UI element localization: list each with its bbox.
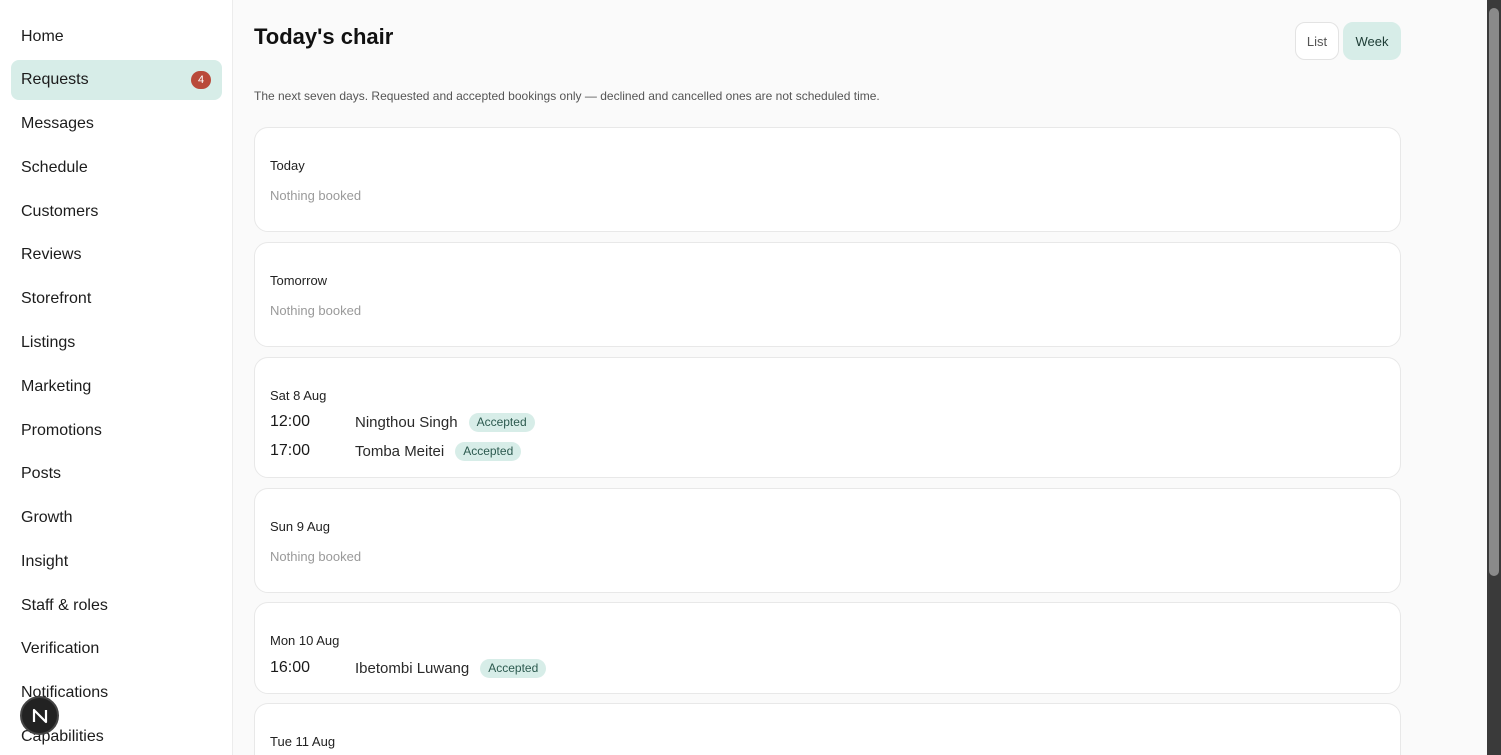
sidebar-item-label: Marketing — [21, 378, 92, 395]
sidebar-item-storefront[interactable]: Storefront — [11, 279, 222, 319]
sidebar-item-verification[interactable]: Verification — [11, 629, 222, 669]
status-badge: Accepted — [455, 441, 522, 461]
customer-name: Ibetombi Luwang — [355, 659, 470, 677]
sidebar-item-label: Reviews — [21, 246, 82, 263]
sidebar-item-label: Customers — [21, 203, 99, 220]
day-card-sun-9-aug: Sun 9 Aug Nothing booked — [254, 488, 1401, 593]
page-title: Today's chair — [254, 24, 394, 49]
sidebar: Home Requests 4 Messages Schedule Custom… — [0, 0, 233, 755]
status-badge: Accepted — [480, 658, 547, 678]
day-label: Mon 10 Aug — [270, 633, 340, 648]
booking-row[interactable]: 12:00 Ningthou Singh Accepted — [270, 411, 535, 433]
sidebar-item-label: Verification — [21, 640, 100, 657]
scrollbar-thumb[interactable] — [1489, 8, 1499, 576]
sidebar-item-requests[interactable]: Requests 4 — [11, 60, 222, 100]
sidebar-item-messages[interactable]: Messages — [11, 104, 222, 144]
view-toggle: List Week — [1295, 22, 1401, 60]
sidebar-item-marketing[interactable]: Marketing — [11, 367, 222, 407]
sidebar-item-insight[interactable]: Insight — [11, 542, 222, 582]
sidebar-item-label: Schedule — [21, 159, 88, 176]
booking-time: 16:00 — [270, 659, 311, 676]
main-content: Today's chair List Week The next seven d… — [233, 0, 1487, 755]
day-card-sat-8-aug: Sat 8 Aug 12:00 Ningthou Singh Accepted … — [254, 357, 1401, 478]
day-label: Tomorrow — [270, 273, 328, 288]
booking-time: 17:00 — [270, 442, 311, 459]
day-label: Sun 9 Aug — [270, 519, 330, 534]
empty-state-text: Nothing booked — [270, 549, 362, 564]
day-label: Tue 11 Aug — [270, 734, 336, 749]
sidebar-item-label: Promotions — [21, 422, 102, 439]
sidebar-item-customers[interactable]: Customers — [11, 192, 222, 232]
day-card-tue-11-aug: Tue 11 Aug — [254, 703, 1401, 755]
sidebar-item-schedule[interactable]: Schedule — [11, 148, 222, 188]
app-launcher-button[interactable] — [20, 696, 59, 735]
sidebar-item-listings[interactable]: Listings — [11, 323, 222, 363]
day-card-tomorrow: Tomorrow Nothing booked — [254, 242, 1401, 347]
booking-time: 12:00 — [270, 413, 311, 430]
booking-row[interactable]: 16:00 Ibetombi Luwang Accepted — [270, 657, 547, 679]
status-badge: Accepted — [468, 412, 535, 432]
sidebar-item-home[interactable]: Home — [11, 17, 222, 57]
customer-name: Ningthou Singh — [355, 413, 458, 431]
day-card-mon-10-aug: Mon 10 Aug 16:00 Ibetombi Luwang Accepte… — [254, 602, 1401, 694]
sidebar-item-label: Posts — [21, 465, 62, 482]
list-view-button[interactable]: List — [1295, 22, 1339, 60]
sidebar-item-growth[interactable]: Growth — [11, 498, 222, 538]
sidebar-item-promotions[interactable]: Promotions — [11, 411, 222, 451]
day-card-today: Today Nothing booked — [254, 127, 1401, 232]
sidebar-item-label: Growth — [21, 509, 73, 526]
sidebar-item-posts[interactable]: Posts — [11, 454, 222, 494]
week-view-button[interactable]: Week — [1343, 22, 1401, 60]
sidebar-item-staff-roles[interactable]: Staff & roles — [11, 586, 222, 626]
requests-count-badge: 4 — [191, 71, 211, 89]
booking-row[interactable]: 17:00 Tomba Meitei Accepted — [270, 440, 522, 462]
customer-name: Tomba Meitei — [355, 442, 445, 460]
empty-state-text: Nothing booked — [270, 303, 362, 318]
sidebar-item-label: Home — [21, 28, 64, 45]
sidebar-item-label: Messages — [21, 115, 94, 132]
sidebar-item-label: Listings — [21, 334, 76, 351]
empty-state-text: Nothing booked — [270, 188, 362, 203]
sidebar-item-label: Storefront — [21, 290, 92, 307]
day-label: Today — [270, 158, 305, 173]
n-logo-icon — [32, 708, 47, 723]
sidebar-item-reviews[interactable]: Reviews — [11, 235, 222, 275]
sidebar-item-label: Staff & roles — [21, 597, 108, 614]
sidebar-item-label: Insight — [21, 553, 69, 570]
sidebar-item-label: Requests — [21, 71, 89, 88]
page-subtitle: The next seven days. Requested and accep… — [254, 89, 880, 103]
day-label: Sat 8 Aug — [270, 388, 327, 403]
